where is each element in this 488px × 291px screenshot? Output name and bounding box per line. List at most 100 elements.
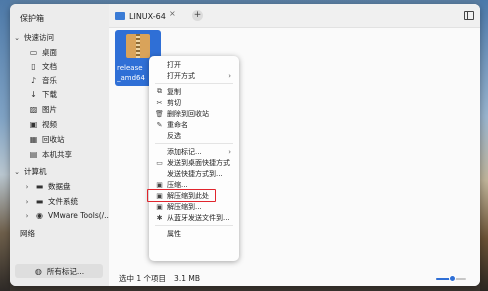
filesystem-icon: ▬ bbox=[35, 197, 44, 206]
all-tags-button[interactable]: ◍ 所有标记... bbox=[15, 264, 103, 278]
menu-item[interactable]: ✎ 重命名 bbox=[149, 119, 239, 130]
sidebar-item-label: 视频 bbox=[42, 120, 57, 129]
sidebar-item-data-disk[interactable]: › ▬ 数据盘 bbox=[23, 181, 71, 192]
sidebar-item-trash[interactable]: ▦ 回收站 bbox=[29, 134, 65, 145]
menu-separator bbox=[155, 83, 233, 84]
sidebar-item-music[interactable]: ♪ 音乐 bbox=[29, 75, 57, 86]
menu-item-label: 反选 bbox=[167, 131, 181, 140]
folder-icon bbox=[115, 12, 125, 20]
menu-item[interactable]: ✱ 从蓝牙发送文件到... bbox=[149, 212, 239, 223]
all-tags-label: 所有标记... bbox=[46, 266, 85, 276]
menu-item[interactable]: 🗑 删除到回收站 bbox=[149, 108, 239, 119]
archive-icon: ▣ bbox=[156, 202, 163, 211]
share-icon: ▤ bbox=[29, 150, 38, 159]
sidebar-section-quick-access[interactable]: ⌄ 快速访问 bbox=[13, 32, 54, 43]
trash-icon: ▦ bbox=[29, 135, 38, 144]
sidebar-toggle-icon[interactable] bbox=[464, 11, 474, 20]
sidebar-item-desktop[interactable]: ▭ 桌面 bbox=[29, 47, 57, 58]
sidebar-item-label: 下载 bbox=[42, 90, 57, 99]
context-menu: 打开 打开方式 › ⧉ 复制 ✂ 剪切 🗑 删除到回收站 ✎ 重命名 反选 添加标记... › ▭ 发送到桌面… bbox=[147, 56, 239, 261]
chevron-right-icon: › bbox=[25, 182, 29, 191]
tag-icon: ◍ bbox=[34, 266, 42, 276]
menu-item-label: 打开方式 bbox=[167, 71, 195, 80]
sidebar-item-label: 桌面 bbox=[42, 48, 57, 57]
menu-item-label: 添加标记... bbox=[167, 147, 202, 156]
menu-separator bbox=[155, 143, 233, 144]
drive-icon: ▬ bbox=[35, 182, 44, 191]
status-bar: 选中 1 个项目 3.1 MB bbox=[109, 270, 480, 286]
sidebar-item-label: 数据盘 bbox=[48, 182, 71, 191]
tab-title: LINUX-64 bbox=[129, 11, 166, 21]
document-icon: ▯ bbox=[31, 62, 36, 71]
sidebar-item-videos[interactable]: ▣ 视频 bbox=[29, 119, 57, 130]
menu-item[interactable]: 打开 bbox=[149, 59, 239, 70]
selection-count: 选中 1 个项目 bbox=[119, 273, 167, 283]
section-label: 快速访问 bbox=[24, 33, 54, 42]
menu-item[interactable]: 发送快捷方式到... bbox=[149, 168, 239, 179]
menu-separator bbox=[155, 225, 233, 226]
trash-icon: 🗑 bbox=[155, 109, 164, 118]
menu-item-label: 剪切 bbox=[167, 98, 181, 107]
archive-icon bbox=[126, 34, 150, 58]
sidebar-item-documents[interactable]: ▯ 文档 bbox=[29, 61, 57, 72]
menu-item[interactable]: 添加标记... › bbox=[149, 146, 239, 157]
chevron-down-icon: ⌄ bbox=[14, 33, 20, 42]
menu-item-label: 打开 bbox=[167, 60, 181, 69]
sidebar-vault[interactable]: 保护箱 bbox=[20, 13, 44, 24]
menu-item[interactable]: ▭ 发送到桌面快捷方式 bbox=[149, 157, 239, 168]
menu-item-label: 发送快捷方式到... bbox=[167, 169, 223, 178]
chevron-down-icon: ⌄ bbox=[14, 167, 20, 176]
tab-bar: LINUX-64 × + bbox=[109, 4, 480, 28]
menu-item-label: 复制 bbox=[167, 87, 181, 96]
menu-item-label: 解压缩到... bbox=[167, 202, 202, 211]
menu-item-label: 重命名 bbox=[167, 120, 188, 129]
zoom-slider[interactable] bbox=[436, 275, 466, 282]
desktop-icon: ▭ bbox=[156, 158, 163, 167]
menu-item-label: 删除到回收站 bbox=[167, 109, 209, 118]
close-icon[interactable]: × bbox=[169, 9, 176, 18]
selection-size: 3.1 MB bbox=[174, 273, 200, 283]
sidebar-item-downloads[interactable]: ↓ 下载 bbox=[29, 89, 57, 100]
sidebar-item-label: 文件系统 bbox=[48, 197, 78, 206]
section-label: 计算机 bbox=[24, 167, 47, 176]
section-label: 网络 bbox=[20, 229, 35, 238]
rename-icon: ✎ bbox=[156, 120, 163, 129]
chevron-right-icon: › bbox=[25, 211, 29, 220]
sidebar-section-network[interactable]: 网络 bbox=[20, 228, 35, 239]
download-icon: ↓ bbox=[30, 90, 37, 99]
picture-icon: ▨ bbox=[29, 105, 38, 114]
sidebar-section-computer[interactable]: ⌄ 计算机 bbox=[13, 166, 47, 177]
sidebar-item-local-share[interactable]: ▤ 本机共享 bbox=[29, 149, 72, 160]
zoom-slider-handle[interactable] bbox=[448, 275, 456, 282]
music-icon: ♪ bbox=[30, 76, 37, 85]
menu-item[interactable]: ✂ 剪切 bbox=[149, 97, 239, 108]
desktop-wallpaper-right bbox=[480, 0, 488, 291]
add-tab-button[interactable]: + bbox=[192, 10, 203, 21]
copy-icon: ⧉ bbox=[157, 87, 162, 95]
sidebar-item-label: 本机共享 bbox=[42, 150, 72, 159]
menu-item-label: 压缩... bbox=[167, 180, 188, 189]
sidebar-item-label: 回收站 bbox=[42, 135, 65, 144]
sidebar-item-filesystem[interactable]: › ▬ 文件系统 bbox=[23, 196, 78, 207]
sidebar: 保护箱 ⌄ 快速访问 ▭ 桌面 ▯ 文档 ♪ 音乐 ↓ 下载 ▨ 图片 ▣ 视频 bbox=[10, 4, 124, 286]
chevron-right-icon: › bbox=[228, 71, 231, 80]
video-icon: ▣ bbox=[29, 120, 38, 129]
menu-item[interactable]: ▣ 解压缩到... bbox=[149, 201, 239, 212]
sidebar-item-label: 图片 bbox=[42, 105, 57, 114]
cut-icon: ✂ bbox=[156, 98, 163, 107]
menu-item-label: 从蓝牙发送文件到... bbox=[167, 213, 230, 222]
chevron-right-icon: › bbox=[25, 197, 29, 206]
sidebar-item-label: 文档 bbox=[42, 62, 57, 71]
chevron-right-icon: › bbox=[228, 147, 231, 156]
menu-item[interactable]: ▣ 解压缩到此处 bbox=[147, 189, 239, 202]
bluetooth-icon: ✱ bbox=[156, 213, 163, 222]
menu-item-label: 发送到桌面快捷方式 bbox=[167, 158, 230, 167]
file-manager-window: 保护箱 ⌄ 快速访问 ▭ 桌面 ▯ 文档 ♪ 音乐 ↓ 下载 ▨ 图片 ▣ 视频 bbox=[10, 4, 480, 286]
sidebar-item-label: VMware Tools(/... bbox=[48, 211, 112, 220]
sidebar-item-pictures[interactable]: ▨ 图片 bbox=[29, 104, 57, 115]
menu-item[interactable]: 属性 bbox=[149, 228, 239, 239]
menu-item[interactable]: ⧉ 复制 bbox=[149, 86, 239, 97]
tab-linux-64[interactable]: LINUX-64 × bbox=[113, 9, 185, 23]
menu-item[interactable]: 打开方式 › bbox=[149, 70, 239, 81]
menu-item[interactable]: 反选 bbox=[149, 130, 239, 141]
